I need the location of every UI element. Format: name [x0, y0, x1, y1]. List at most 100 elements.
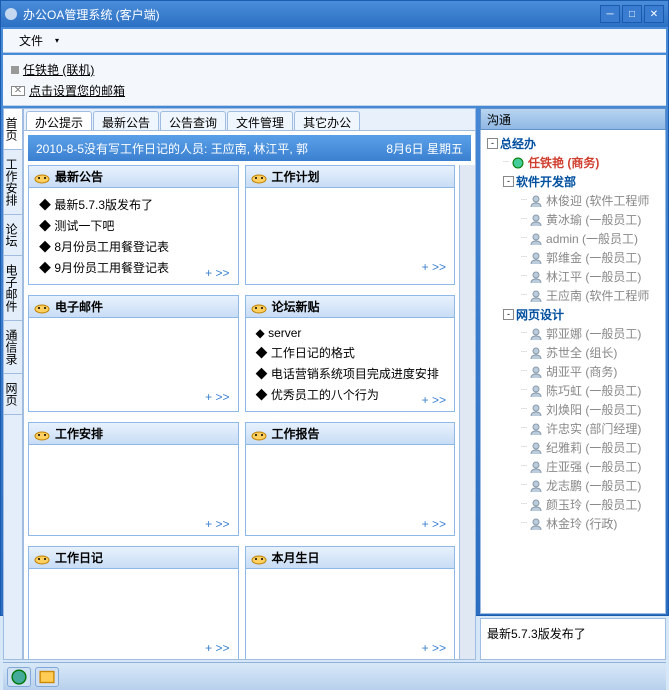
tree-item[interactable]: ┈苏世全 (组长) [485, 343, 661, 362]
tree-item[interactable]: ┈黄冰瑜 (一般员工) [485, 210, 661, 229]
main-scrollbar[interactable] [459, 165, 475, 659]
tree-branch-icon: ┈ [521, 461, 527, 472]
tree-toggle[interactable]: - [503, 176, 514, 187]
tab-office-tips[interactable]: 办公提示 [26, 111, 92, 130]
panel-icon [33, 170, 51, 184]
panel-item[interactable]: ◆ 工作日记的格式 [256, 342, 449, 363]
panel-item[interactable]: ◆ 优秀员工的八个行为 [256, 384, 449, 405]
person-icon [511, 157, 525, 169]
tree-branch-icon: ┈ [503, 157, 509, 168]
panel-item[interactable]: ◆ 测试一下吧 [39, 215, 232, 236]
close-button[interactable]: ✕ [644, 5, 664, 23]
tree-item[interactable]: ┈林江平 (一般员工) [485, 267, 661, 286]
tab-latest-notice[interactable]: 最新公告 [93, 111, 159, 130]
panel-title: 电子邮件 [55, 298, 103, 315]
person-icon [529, 328, 543, 340]
tree-label: 陈巧虹 (一般员工) [546, 382, 641, 399]
statusbar [3, 662, 666, 690]
panel-item[interactable]: ◆ server [256, 324, 449, 342]
panel-more[interactable]: + >> [422, 641, 446, 655]
panel-more[interactable]: + >> [205, 641, 229, 655]
tree-branch-icon: ┈ [521, 480, 527, 491]
tree-toggle[interactable]: - [503, 309, 514, 320]
tree-item[interactable]: ┈admin (一般员工) [485, 229, 661, 248]
minimize-button[interactable]: ─ [600, 5, 620, 23]
tree-item[interactable]: -总经办 [485, 134, 661, 153]
menu-file[interactable]: 文件 [11, 30, 51, 51]
maximize-button[interactable]: □ [622, 5, 642, 23]
panel-body: + >> [246, 569, 455, 659]
tree-item[interactable]: ┈郭亚娜 (一般员工) [485, 324, 661, 343]
tree-item[interactable]: ┈许忠实 (部门经理) [485, 419, 661, 438]
content-area: 首页 工作安排 论坛 电子邮件 通信录 网页 办公提示 最新公告 公告查询 文件… [3, 108, 666, 660]
tree-item[interactable]: ┈任铁艳 (商务) [485, 153, 661, 172]
tab-notice-query[interactable]: 公告查询 [160, 111, 226, 130]
tree-label: 庄亚强 (一般员工) [546, 458, 641, 475]
panel-more[interactable]: + >> [205, 517, 229, 531]
panel-body: ◆ 最新5.7.3版发布了◆ 测试一下吧◆ 8月份员工用餐登记表◆ 9月份员工用… [29, 188, 238, 284]
status-btn-2[interactable] [35, 667, 59, 687]
panel-more[interactable]: + >> [205, 390, 229, 404]
person-icon [529, 233, 543, 245]
tree-item[interactable]: ┈陈巧虹 (一般员工) [485, 381, 661, 400]
panel-more[interactable]: + >> [422, 260, 446, 274]
tree-item[interactable]: ┈林俊迎 (软件工程师 [485, 191, 661, 210]
tree-item[interactable]: ┈刘焕阳 (一般员工) [485, 400, 661, 419]
panel-icon [250, 551, 268, 565]
user-status-link[interactable]: 任铁艳 (联机) [23, 61, 94, 78]
tree-branch-icon: ┈ [521, 518, 527, 529]
person-icon [529, 499, 543, 511]
tree-item[interactable]: -软件开发部 [485, 172, 661, 191]
person-icon [529, 404, 543, 416]
notice-date: 8月6日 星期五 [386, 140, 463, 157]
tree-item[interactable]: ┈纪雅莉 (一般员工) [485, 438, 661, 457]
tree-label: 许忠实 (部门经理) [546, 420, 641, 437]
tree-item[interactable]: ┈郭维金 (一般员工) [485, 248, 661, 267]
person-icon [529, 366, 543, 378]
panel-body: + >> [29, 445, 238, 535]
tree-item[interactable]: -网页设计 [485, 305, 661, 324]
main-area: 办公提示 最新公告 公告查询 文件管理 其它办公 2010-8-5没有写工作日记… [23, 108, 476, 660]
tree-item[interactable]: ┈王应南 (软件工程师 [485, 286, 661, 305]
panel-item[interactable]: ◆ 电话营销系统项目完成进度安排 [256, 363, 449, 384]
tab-other-office[interactable]: 其它办公 [294, 111, 360, 130]
person-icon [529, 461, 543, 473]
tree-label: 软件开发部 [516, 173, 576, 190]
menu-dropdown-icon[interactable]: ▾ [55, 36, 59, 45]
panel-more[interactable]: + >> [205, 266, 229, 280]
status-btn-1[interactable] [7, 667, 31, 687]
right-footer-notice: 最新5.7.3版发布了 [480, 618, 666, 660]
left-tab-email[interactable]: 电子邮件 [4, 256, 22, 321]
tree-toggle[interactable]: - [487, 138, 498, 149]
left-tab-home[interactable]: 首页 [4, 109, 22, 150]
panel-title: 本月生日 [272, 549, 320, 566]
panel-item[interactable]: ◆ 8月份员工用餐登记表 [39, 236, 232, 257]
panel-icon [33, 427, 51, 441]
panel-p7: 工作日记+ >> [28, 546, 239, 659]
panel-p2: 工作计划+ >> [245, 165, 456, 285]
panel-p5: 工作安排+ >> [28, 422, 239, 536]
panels-grid: 最新公告◆ 最新5.7.3版发布了◆ 测试一下吧◆ 8月份员工用餐登记表◆ 9月… [24, 165, 459, 659]
left-tab-forum[interactable]: 论坛 [4, 215, 22, 256]
panel-more[interactable]: + >> [422, 517, 446, 531]
person-icon [529, 480, 543, 492]
panel-more[interactable]: + >> [422, 393, 446, 407]
left-tab-schedule[interactable]: 工作安排 [4, 150, 22, 215]
panel-body: + >> [246, 445, 455, 535]
user-info-panel: 任铁艳 (联机) 点击设置您的邮箱 [3, 55, 666, 106]
tree-label: 郭维金 (一般员工) [546, 249, 641, 266]
panel-item[interactable]: ◆ 最新5.7.3版发布了 [39, 194, 232, 215]
left-tab-contacts[interactable]: 通信录 [4, 321, 22, 374]
tab-file-mgmt[interactable]: 文件管理 [227, 111, 293, 130]
left-tab-web[interactable]: 网页 [4, 374, 22, 415]
panel-body: + >> [246, 188, 455, 278]
panel-item[interactable]: ◆ 9月份员工用餐登记表 [39, 257, 232, 278]
presence-icon [11, 66, 19, 74]
tree-item[interactable]: ┈ 庄亚强 (一般员工) [485, 457, 661, 476]
set-email-link[interactable]: 点击设置您的邮箱 [29, 82, 125, 99]
tree-item[interactable]: ┈胡亚平 (商务) [485, 362, 661, 381]
person-icon [529, 271, 543, 283]
tree-item[interactable]: ┈龙志鹏 (一般员工) [485, 476, 661, 495]
tree-item[interactable]: ┈颜玉玲 (一般员工) [485, 495, 661, 514]
tree-item[interactable]: ┈林金玲 (行政) [485, 514, 661, 533]
